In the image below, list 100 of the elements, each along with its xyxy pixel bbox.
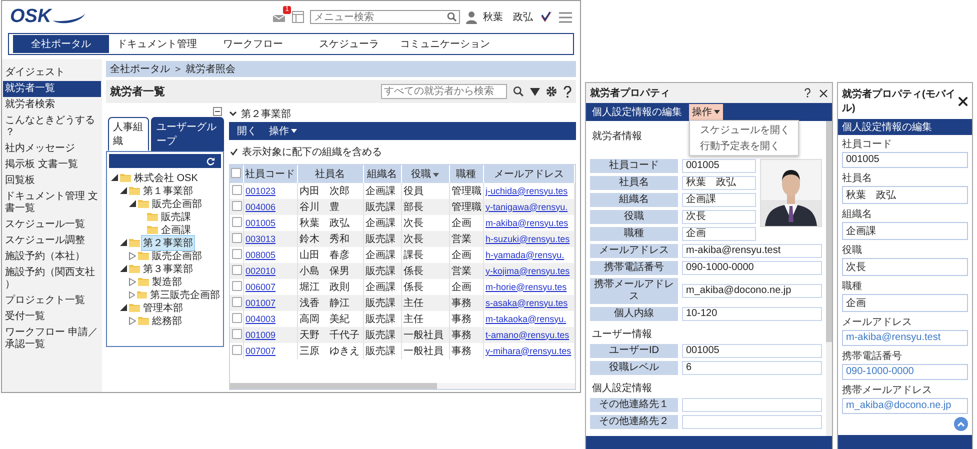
sidebar-item[interactable]: 就労者一覧: [3, 81, 101, 97]
collapse-icon[interactable]: [213, 107, 222, 116]
collapsed-toggle-icon[interactable]: [129, 278, 136, 286]
column-header[interactable]: 社員名: [297, 165, 363, 183]
input-field[interactable]: 企画: [682, 227, 756, 241]
row-checkbox[interactable]: [232, 264, 242, 274]
row-checkbox[interactable]: [232, 312, 242, 322]
collapsed-toggle-icon[interactable]: [129, 316, 136, 324]
sidebar-item[interactable]: 掲示板 文書一覧: [3, 157, 101, 173]
table-link[interactable]: 006007: [246, 282, 276, 292]
table-link[interactable]: 001023: [246, 186, 276, 196]
expanded-toggle-icon[interactable]: [120, 239, 127, 246]
menu-icon[interactable]: [559, 12, 572, 22]
table-link[interactable]: y-mihara@rensyu.tes: [486, 346, 572, 356]
tree-node[interactable]: 製造部: [151, 274, 183, 288]
table-link[interactable]: 008005: [246, 250, 276, 260]
expanded-toggle-icon[interactable]: [120, 265, 127, 272]
row-checkbox[interactable]: [232, 184, 242, 194]
row-checkbox[interactable]: [232, 200, 242, 210]
sidebar-item[interactable]: こんなときどうする？: [3, 113, 101, 141]
nav-tab[interactable]: ドキュメント管理: [109, 35, 205, 53]
tree-node[interactable]: 販売課: [160, 210, 192, 224]
sidebar-item[interactable]: 受付一覧: [3, 309, 101, 325]
row-checkbox[interactable]: [232, 248, 242, 258]
table-link[interactable]: h-yamada@rensyu.: [486, 250, 564, 260]
input-field[interactable]: m-akiba@rensyu.test: [842, 330, 968, 346]
input-field[interactable]: 090-1000-0000: [682, 261, 822, 275]
sidebar-item[interactable]: 回覧板: [3, 173, 101, 189]
sidebar-item[interactable]: プロジェクト一覧: [3, 293, 101, 309]
nav-tab[interactable]: スケジューラ: [301, 35, 397, 53]
sidebar-item[interactable]: スケジュール調整: [3, 233, 101, 249]
sidebar-item[interactable]: 社内メッセージ: [3, 141, 101, 157]
user-name[interactable]: 秋葉 政弘: [483, 10, 533, 24]
tab[interactable]: 人事組織: [108, 117, 150, 151]
sidebar-item[interactable]: 就労者検索: [3, 97, 101, 113]
toolbar-button[interactable]: 開く: [237, 124, 257, 138]
input-field[interactable]: [682, 398, 822, 412]
check-icon[interactable]: [539, 10, 553, 24]
input-field[interactable]: 10-120: [682, 307, 822, 321]
table-link[interactable]: 007007: [246, 346, 276, 356]
input-field[interactable]: 秋葉 政弘: [842, 186, 968, 204]
input-field[interactable]: 秋葉 政弘: [682, 176, 756, 190]
tree-node[interactable]: 第３事業部: [142, 262, 194, 276]
search-icon[interactable]: [513, 86, 524, 97]
input-field[interactable]: 企画: [842, 294, 968, 312]
user-icon[interactable]: [466, 10, 477, 24]
sidebar-item[interactable]: ダイジェスト: [3, 65, 101, 81]
expanded-toggle-icon[interactable]: [111, 174, 118, 181]
sidebar-item[interactable]: 施設予約（関西支社）: [3, 265, 101, 293]
table-link[interactable]: m-akiba@rensyu.tes: [486, 218, 568, 228]
sidebar-item[interactable]: ドキュメント管理 文書一覧: [3, 189, 101, 217]
nav-tab[interactable]: ワークフロー: [205, 35, 301, 53]
input-field[interactable]: m_akiba@docono.ne.jp: [842, 398, 968, 414]
refresh-icon[interactable]: [206, 156, 215, 166]
tree-node[interactable]: 第２事業部: [142, 236, 194, 250]
menu-item[interactable]: スケジュールを開く: [690, 122, 798, 138]
row-checkbox[interactable]: [232, 344, 242, 354]
input-field[interactable]: 次長: [842, 258, 968, 276]
tree-node[interactable]: 第三販売企画部: [149, 288, 221, 302]
table-link[interactable]: m-takaoka@rensyu.: [486, 314, 566, 324]
column-header[interactable]: 組織名: [363, 165, 401, 183]
logo[interactable]: OSK: [10, 6, 52, 28]
input-field[interactable]: m-akiba@rensyu.test: [682, 244, 822, 258]
settings-icon[interactable]: [546, 86, 557, 97]
input-field[interactable]: 090-1000-0000: [842, 364, 968, 380]
collapsed-toggle-icon[interactable]: [129, 252, 136, 260]
table-link[interactable]: 004003: [246, 314, 276, 324]
nav-tab[interactable]: 全社ポータル: [13, 35, 109, 53]
input-field[interactable]: [682, 415, 822, 429]
table-link[interactable]: 001005: [246, 218, 276, 228]
input-field[interactable]: 001005: [682, 159, 756, 173]
filter-icon[interactable]: [530, 86, 540, 96]
expanded-toggle-icon[interactable]: [120, 304, 127, 311]
select-all-checkbox[interactable]: [231, 168, 242, 178]
table-link[interactable]: j-uchida@rensyu.tes: [486, 186, 568, 196]
scrollbar[interactable]: [230, 383, 575, 389]
input-field[interactable]: 001005: [682, 344, 822, 358]
search-icon[interactable]: [447, 12, 457, 22]
scroll-top-button[interactable]: [954, 417, 968, 431]
input-field[interactable]: 次長: [682, 210, 756, 224]
row-checkbox[interactable]: [232, 296, 242, 306]
row-checkbox[interactable]: [232, 216, 242, 226]
tree-node[interactable]: 管理本部: [142, 300, 184, 314]
tree-node[interactable]: 第１事業部: [142, 184, 194, 198]
tree-node[interactable]: 販売企画部: [151, 196, 203, 210]
tab[interactable]: ユーザーグループ: [151, 117, 224, 151]
table-link[interactable]: m-horie@rensyu.tes: [486, 282, 567, 292]
close-icon[interactable]: [958, 96, 968, 106]
column-header[interactable]: 職種: [449, 165, 483, 183]
expanded-toggle-icon[interactable]: [129, 200, 136, 207]
row-checkbox[interactable]: [232, 328, 242, 338]
nav-tab[interactable]: コミュニケーション: [397, 35, 493, 53]
row-checkbox[interactable]: [232, 280, 242, 290]
sidebar-item[interactable]: スケジュール一覧: [3, 217, 101, 233]
chevron-down-icon[interactable]: [229, 111, 237, 117]
scrollbar[interactable]: [826, 121, 832, 436]
toolbar-button[interactable]: 操作: [269, 124, 297, 138]
collapsed-toggle-icon[interactable]: [129, 290, 136, 298]
input-field[interactable]: 企画課: [682, 193, 756, 207]
tree-node[interactable]: 企画課: [160, 222, 192, 236]
